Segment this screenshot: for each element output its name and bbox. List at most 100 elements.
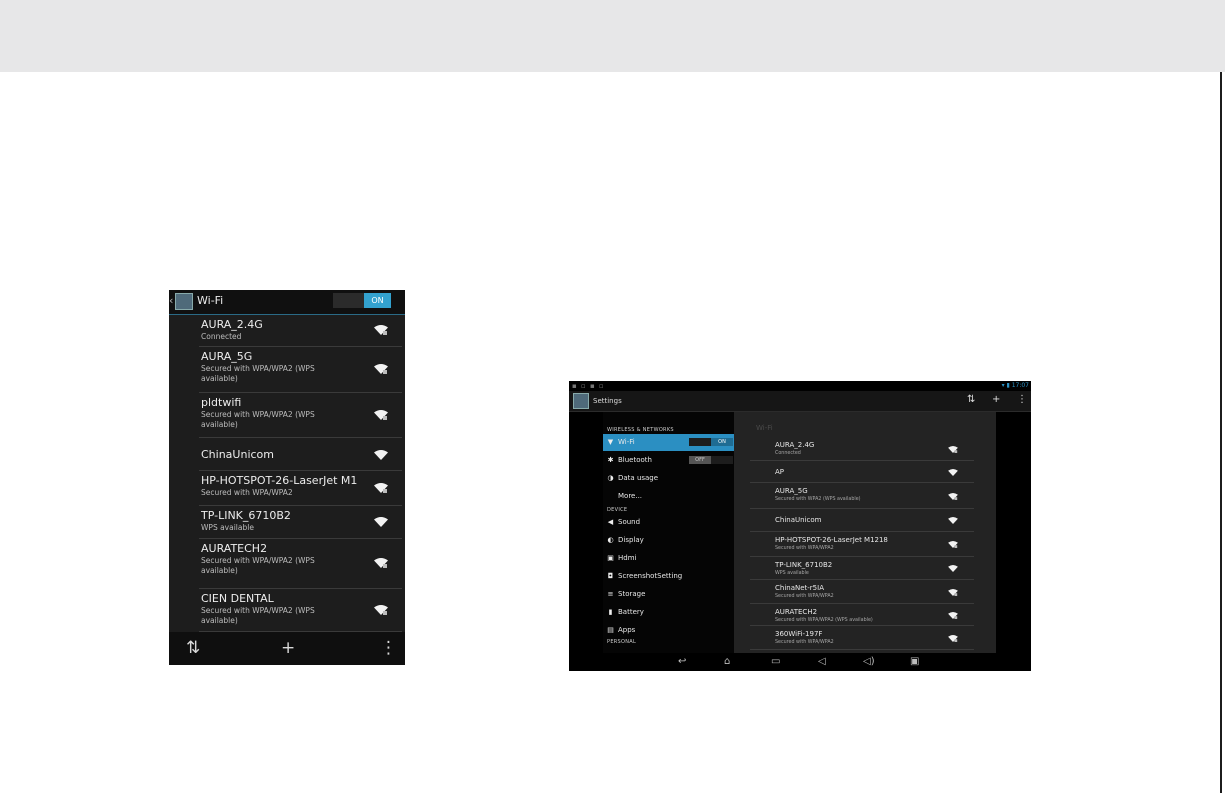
network-item[interactable]: AURA_2.4G Connected: [199, 315, 402, 347]
sidebar-item-icon: ✱: [607, 456, 614, 464]
sidebar-item-icon: ◘: [607, 572, 614, 580]
sidebar-item[interactable]: ▤ Apps: [603, 622, 734, 639]
overflow-menu-icon[interactable]: ⋮: [1017, 394, 1027, 406]
network-item[interactable]: TP-LINK_6710B2 WPS available: [199, 506, 402, 539]
network-name: AURA_2.4G: [201, 318, 263, 331]
network-name: 360WiFi-197F: [775, 630, 823, 638]
network-item[interactable]: AURA_2.4G Connected: [750, 437, 974, 461]
network-item[interactable]: AURATECH2 Secured with WPA/WPA2 (WPS avai…: [750, 604, 974, 626]
section-header-device: DEVICE: [607, 507, 628, 513]
network-name: AURA_2.4G: [775, 441, 815, 449]
tablet-status-bar: ▪ ▫ ▪ ▫ ▾ ▮ 17:07: [569, 381, 1031, 391]
phone-screenshot: ‹ Wi-Fi ON AURA_2.4G Connected AURA_5G Secu…: [169, 290, 405, 665]
network-status: Secured with WPA/WPA2: [201, 488, 293, 497]
sidebar-item[interactable]: ▣ Hdmi: [603, 550, 734, 567]
network-item[interactable]: 360WiFi-197F Secured with WPA/WPA2: [750, 626, 974, 650]
network-status: Secured with WPA/WPA2: [775, 546, 834, 551]
wifi-signal-icon: [374, 364, 388, 374]
notification-icons: ▪ ▫ ▪ ▫: [572, 382, 605, 390]
back-icon[interactable]: ↩: [678, 656, 686, 668]
wifi-signal-icon: [374, 325, 388, 335]
add-network-icon[interactable]: +: [281, 638, 295, 658]
network-name: TP-LINK_6710B2: [201, 509, 291, 522]
network-item[interactable]: AURA_5G Secured with WPA/WPA2 (WPS availa…: [199, 347, 402, 393]
sidebar-item[interactable]: ≡ Storage: [603, 586, 734, 603]
recents-icon[interactable]: ▭: [771, 656, 780, 668]
network-status: WPS available: [201, 523, 254, 532]
network-item[interactable]: AURATECH2 Secured with WPA/WPA2 (WPS avai…: [199, 539, 402, 589]
system-navigation-bar: ↩ ⌂ ▭ ◁ ◁) ▣: [569, 653, 1031, 671]
sidebar-item-label: Wi-Fi: [618, 438, 635, 446]
top-band: [0, 0, 1225, 72]
settings-app-icon[interactable]: [175, 293, 193, 310]
bluetooth-toggle[interactable]: OFF: [689, 456, 733, 464]
wifi-signal-icon: [374, 517, 388, 527]
network-status: WPS available: [775, 571, 809, 576]
sidebar-item[interactable]: ✱ Bluetooth OFF: [603, 452, 734, 469]
settings-sidebar: WIRELESS & NETWORKS ▼ Wi-Fi ON ✱ Bluetooth OFF…: [603, 412, 734, 653]
sidebar-item-label: More...: [618, 492, 643, 500]
tablet-app-title: Settings: [593, 397, 622, 405]
wifi-signal-icon: [948, 493, 958, 500]
network-item[interactable]: CIEN DENTAL Secured with WPA/WPA2 (WPS av…: [199, 589, 402, 632]
section-header-personal: PERSONAL: [607, 639, 637, 645]
network-item[interactable]: HP-HOTSPOT-26-LaserJet M1218 Secured with…: [750, 532, 974, 557]
add-network-icon[interactable]: +: [992, 394, 1000, 406]
volume-up-icon[interactable]: ◁): [863, 656, 875, 668]
wifi-signal-icon: [374, 410, 388, 420]
sidebar-item-icon: ◑: [607, 474, 614, 482]
sidebar-item-label: Hdmi: [618, 554, 637, 562]
network-name: ChinaNet-r5IA: [775, 584, 824, 592]
wifi-toggle-on-label: ON: [711, 438, 733, 446]
network-status: Secured with WPA/WPA2: [775, 640, 834, 645]
sidebar-item-label: Bluetooth: [618, 456, 652, 464]
network-name: pldtwifi: [201, 396, 242, 409]
sidebar-item[interactable]: More...: [603, 488, 734, 505]
sidebar-item[interactable]: ◐ Display: [603, 532, 734, 549]
network-item[interactable]: pldtwifi Secured with WPA/WPA2 (WPS avail…: [199, 393, 402, 438]
network-item[interactable]: ChinaUnicom: [199, 438, 402, 471]
sidebar-item[interactable]: ◀ Sound: [603, 514, 734, 531]
wifi-toggle[interactable]: ON: [689, 438, 733, 446]
wps-icon[interactable]: ⇅: [967, 394, 975, 406]
sidebar-item[interactable]: ▮ Battery: [603, 604, 734, 621]
wifi-toggle[interactable]: ON: [333, 293, 391, 308]
phone-action-bar: ‹ Wi-Fi ON: [169, 290, 405, 315]
network-item[interactable]: AP: [750, 461, 974, 483]
wifi-signal-icon: [948, 469, 958, 476]
sidebar-item-icon: ▤: [607, 626, 614, 634]
network-item[interactable]: AURA_5G Secured with WPA2 (WPS available): [750, 483, 974, 509]
network-status: Connected: [775, 451, 801, 456]
sidebar-item[interactable]: ▼ Wi-Fi ON: [603, 434, 734, 451]
sidebar-item-label: Battery: [618, 608, 644, 616]
wifi-network-panel: Wi-Fi AURA_2.4G Connected AP AURA_5G Secured…: [734, 412, 996, 653]
network-name: HP-HOTSPOT-26-LaserJet M1: [201, 474, 358, 487]
sidebar-item-icon: ▼: [607, 438, 614, 446]
home-icon[interactable]: ⌂: [724, 656, 730, 668]
section-header-wireless: WIRELESS & NETWORKS: [607, 427, 674, 433]
network-item[interactable]: ChinaNet-r5IA Secured with WPA/WPA2: [750, 580, 974, 604]
sidebar-item-icon: ▮: [608, 608, 613, 616]
back-chevron-icon[interactable]: ‹: [169, 294, 174, 308]
network-name: AURATECH2: [775, 608, 818, 616]
sidebar-item[interactable]: ◑ Data usage: [603, 470, 734, 487]
overflow-menu-icon[interactable]: ⋮: [380, 638, 397, 658]
wifi-signal-icon: [374, 483, 388, 493]
network-name: HP-HOTSPOT-26-LaserJet M1218: [775, 536, 888, 544]
network-item[interactable]: ChinaUnicom: [750, 509, 974, 532]
wifi-signal-icon: [948, 446, 958, 453]
network-name: AP: [775, 468, 785, 476]
volume-down-icon[interactable]: ◁: [818, 656, 826, 668]
wifi-signal-icon: [374, 558, 388, 568]
screenshot-icon[interactable]: ▣: [910, 656, 919, 668]
sidebar-item-label: Display: [618, 536, 644, 544]
wifi-signal-icon: [948, 635, 958, 642]
network-item[interactable]: HP-HOTSPOT-26-LaserJet M1 Secured with WP…: [199, 471, 402, 506]
network-item[interactable]: TP-LINK_6710B2 WPS available: [750, 557, 974, 580]
wps-icon[interactable]: ⇅: [186, 638, 200, 658]
network-name: ChinaUnicom: [201, 448, 274, 461]
network-status: Secured with WPA/WPA2 (WPS available): [201, 606, 315, 625]
wifi-signal-icon: [948, 541, 958, 548]
sidebar-item[interactable]: ◘ ScreenshotSetting: [603, 568, 734, 585]
settings-app-icon[interactable]: [573, 393, 589, 409]
